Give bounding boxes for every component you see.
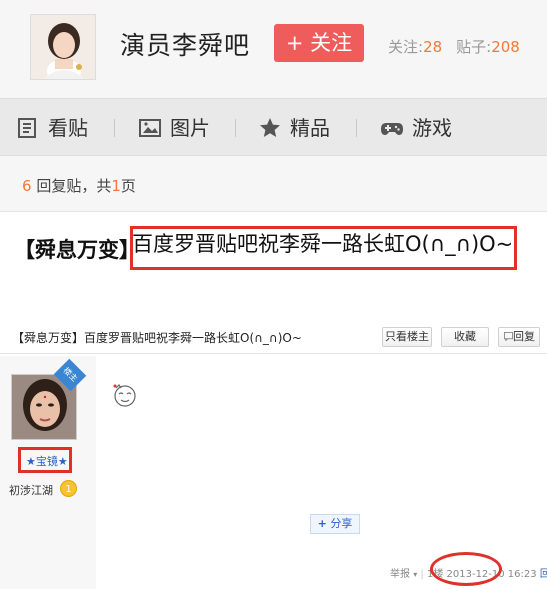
page-count: 1 [111,177,121,195]
follow-button[interactable]: + 关注 [274,24,364,62]
post-count: 208 [491,38,520,56]
author-level-name: 初涉江湖 [9,484,53,497]
level-badge-icon: 1 [60,480,77,497]
reply-button[interactable]: 回复 [498,327,540,347]
footer-reply-link[interactable]: 回复 [540,569,547,580]
nav-item-games[interactable]: 游戏 [380,99,452,157]
emoticon-icon [113,384,136,407]
nav-divider [235,119,236,137]
reply-summary: 6 回复贴，共1页 [22,175,136,196]
follow-count-label: 关注: [388,38,424,56]
highlight-ellipse-time [430,552,502,586]
share-button[interactable]: + 分享 [310,514,360,534]
forum-navbar: 看贴 图片 精品 游戏 [0,98,547,156]
forum-avatar[interactable] [30,14,96,80]
plus-icon: + [317,517,327,530]
reply-summary-bar: 6 回复贴，共1页 [0,156,547,212]
desktop-view: 【舜息万变】百度罗晋贴吧祝李舜一路长虹O(∩_∩)O~ 只看楼主 收藏 回复 楼… [0,280,547,589]
desktop-post-title: 【舜息万变】百度罗晋贴吧祝李舜一路长虹O(∩_∩)O~ [12,331,302,345]
reply-count: 6 [22,177,32,195]
share-label: 分享 [330,517,353,530]
image-icon [139,119,161,137]
star-icon [260,118,280,137]
post-count-label: 贴子: [456,38,492,56]
gamepad-icon [381,123,403,135]
nav-divider [356,119,357,137]
nav-item-featured[interactable]: 精品 [258,99,330,157]
reply-text-1: 回复贴，共 [36,177,112,195]
follow-count: 28 [423,38,443,56]
post-title-prefix: 【舜息万变】 [14,238,140,262]
nav-item-posts[interactable]: 看贴 [16,99,88,157]
nav-label-images: 图片 [170,116,210,140]
nav-label-games: 游戏 [412,116,452,140]
document-icon [18,118,36,138]
reply-text-2: 页 [120,177,136,195]
nav-item-images[interactable]: 图片 [138,99,210,157]
nav-label-featured: 精品 [290,116,330,140]
forum-title[interactable]: 演员李舜吧 [120,26,250,62]
forum-header: 演员李舜吧 + 关注 关注:28 贴子:208 [0,0,547,98]
forum-avatar-image [31,15,95,79]
chevron-down-icon: ▾ [413,570,418,579]
report-link[interactable]: 举报 [390,569,410,580]
nav-label-posts: 看贴 [48,116,88,140]
highlight-box-title [130,226,517,270]
highlight-box-username [18,447,72,473]
reply-button-label: 回复 [513,330,535,343]
only-op-button[interactable]: 只看楼主 [382,327,432,347]
favorite-button[interactable]: 收藏 [441,327,489,347]
forum-stats: 关注:28 贴子:208 [388,36,520,57]
nav-divider [114,119,115,137]
comment-icon [504,332,513,341]
